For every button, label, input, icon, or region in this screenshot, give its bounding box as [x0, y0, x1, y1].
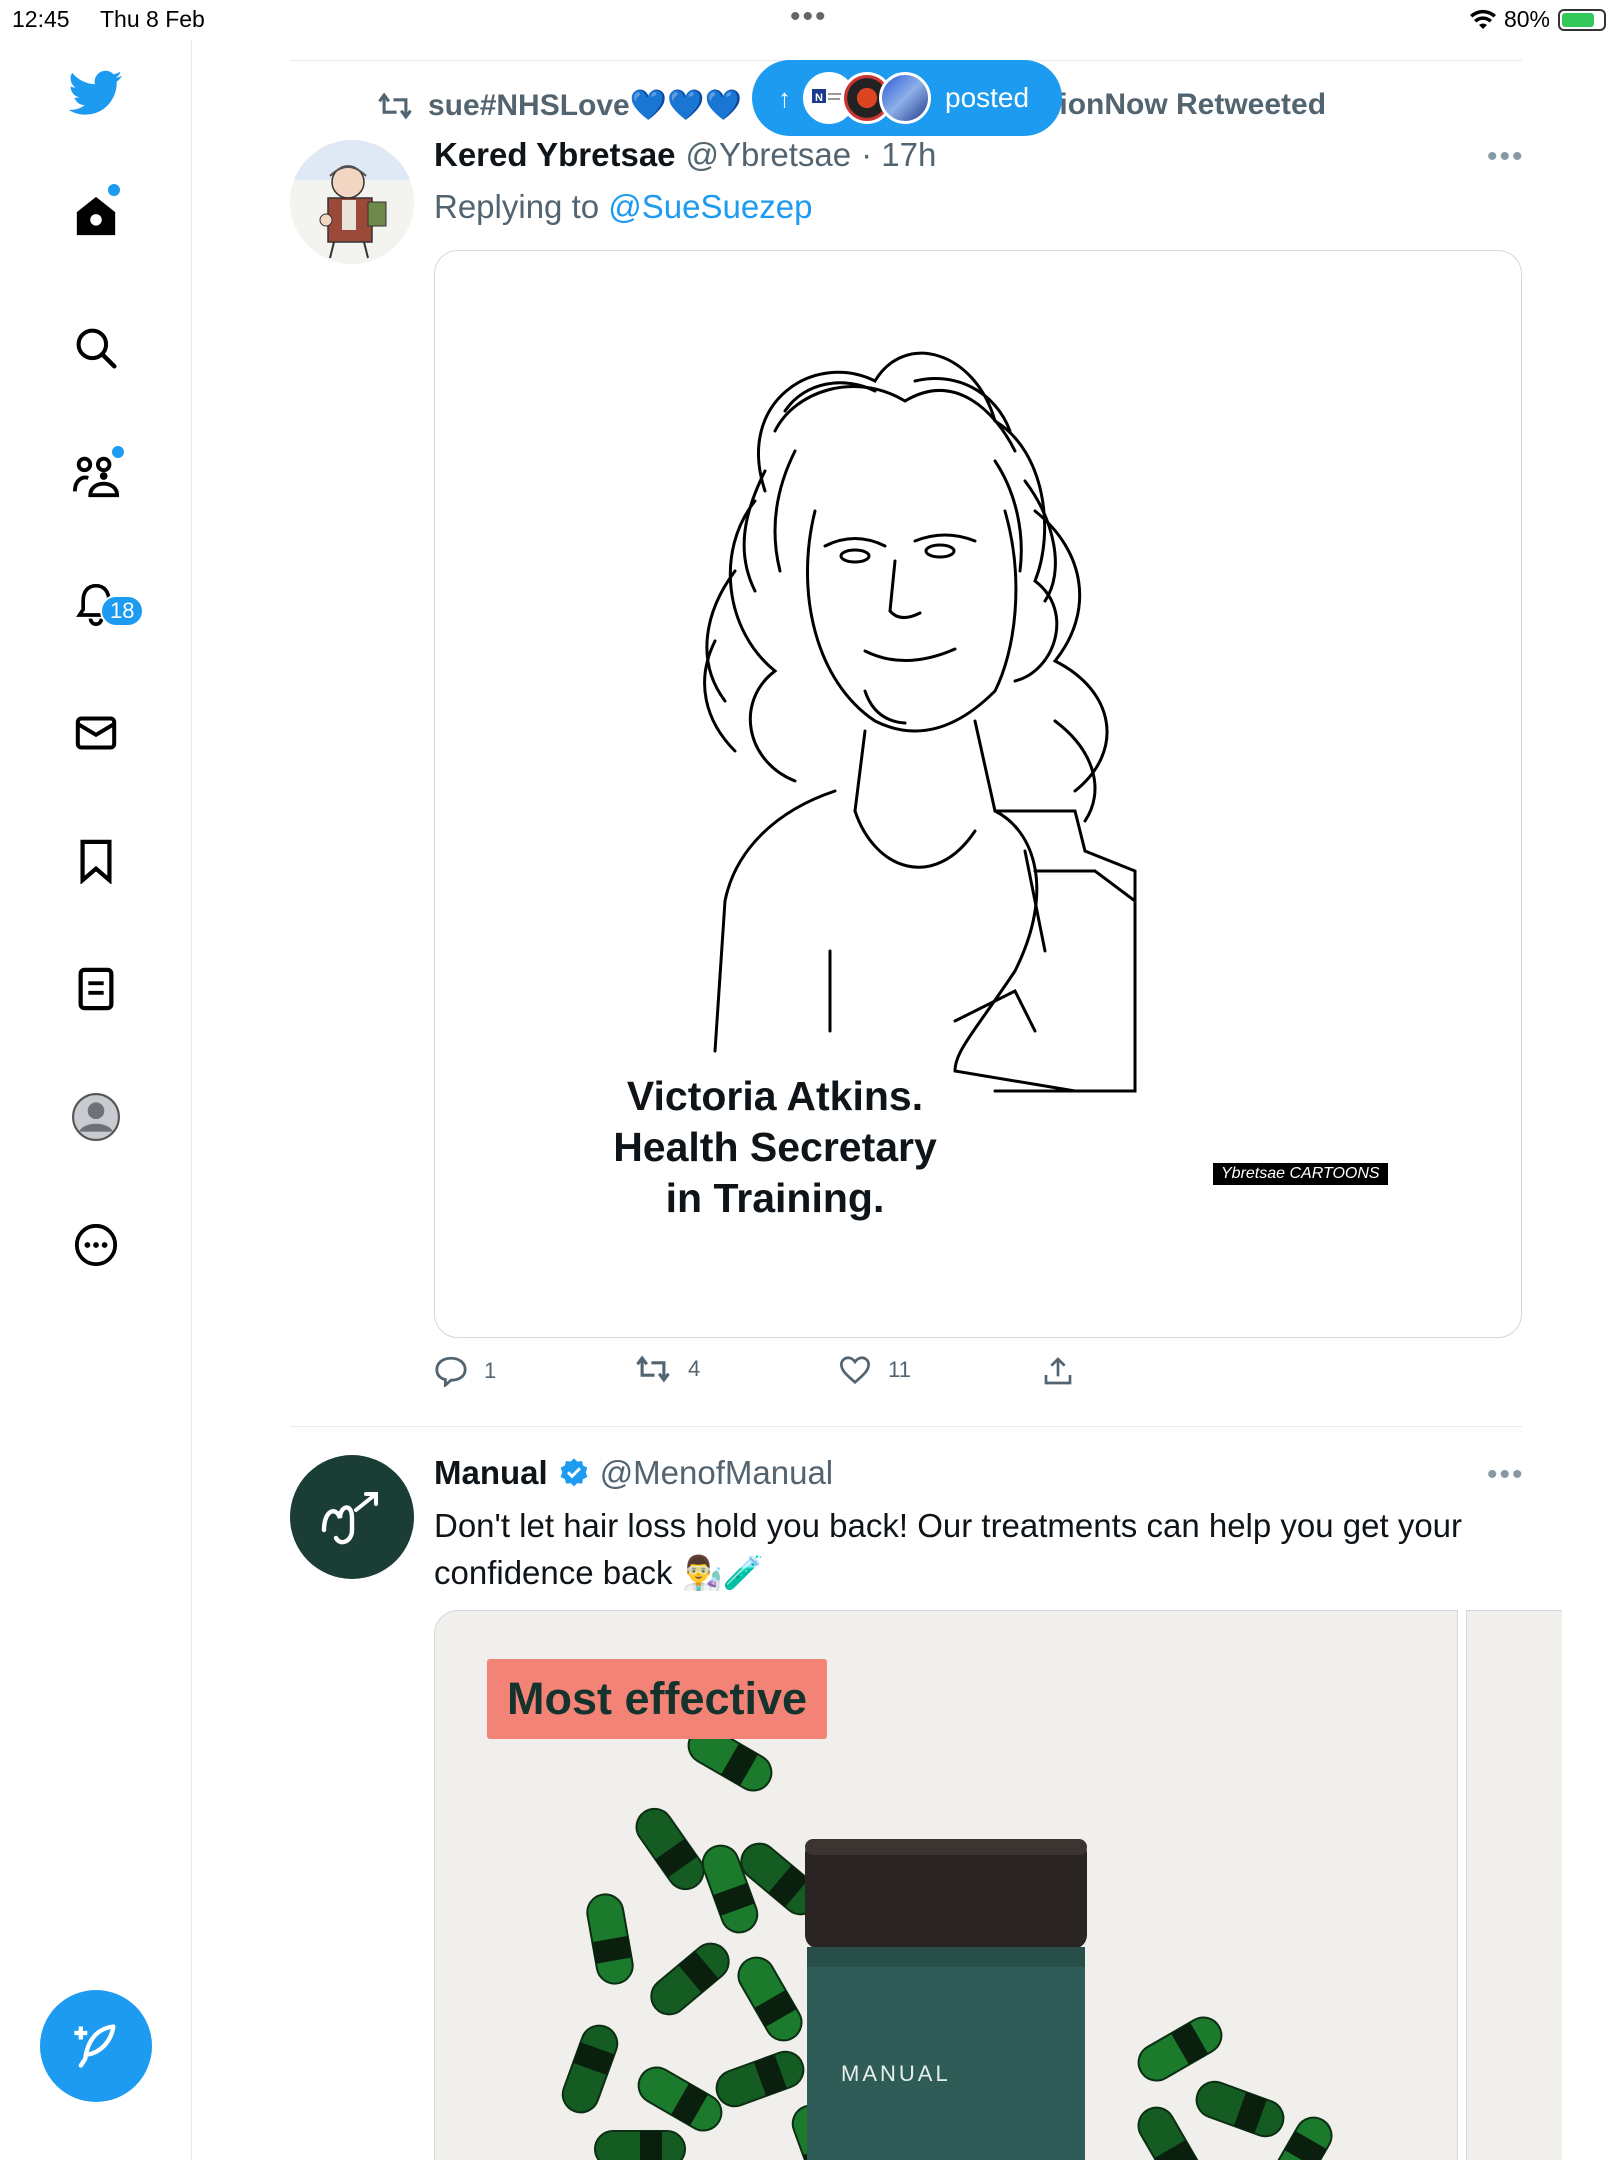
tweet-more-icon[interactable]: •••: [1487, 140, 1525, 174]
reply-count: 1: [484, 1358, 497, 1383]
replying-to: Replying to @SueSuezep: [434, 188, 812, 226]
twitter-bird-icon[interactable]: [68, 65, 124, 121]
retweet-button[interactable]: 4: [634, 1355, 700, 1383]
search-icon: [76, 328, 117, 369]
share-icon: [1044, 1357, 1072, 1385]
retweet-icon: [378, 92, 412, 119]
tweet-image-next-card[interactable]: [1466, 1610, 1562, 2160]
svg-text:N: N: [815, 92, 823, 104]
new-posts-avatars: N: [803, 72, 931, 124]
list-icon: [78, 967, 114, 1011]
retweet-icon: [636, 1355, 670, 1383]
like-button[interactable]: 11: [838, 1355, 911, 1385]
wifi-icon: [1469, 9, 1496, 29]
sidebar: 18: [0, 40, 192, 2160]
new-posts-pill[interactable]: ↑ N posted: [752, 60, 1062, 136]
home-icon: [76, 196, 116, 236]
like-count: 11: [888, 1357, 911, 1382]
sidebar-item-explore[interactable]: [68, 320, 124, 376]
sidebar-item-more[interactable]: [68, 1217, 124, 1273]
cartoon-caption: Victoria Atkins. Health Secretary in Tra…: [585, 1071, 965, 1224]
author-avatar[interactable]: [290, 1455, 414, 1579]
arrow-up-icon: ↑: [778, 82, 791, 113]
status-time: 12:45: [12, 6, 70, 32]
replying-prefix: Replying to: [434, 188, 600, 225]
caption-line2: Health Secretary: [613, 1124, 937, 1170]
status-date: Thu 8 Feb: [100, 6, 205, 32]
unread-dot: [112, 446, 124, 458]
author-handle[interactable]: @Ybretsae: [686, 136, 852, 174]
manual-logo-icon: [321, 1492, 378, 1545]
verified-badge-icon: [560, 1458, 588, 1487]
caption-line3: in Training.: [665, 1175, 885, 1221]
compose-feather-icon: [74, 2024, 116, 2068]
status-right: 80%: [1469, 6, 1606, 33]
battery-percent: 80%: [1503, 6, 1550, 32]
sidebar-item-lists[interactable]: [68, 961, 124, 1017]
bottle-label: MANUAL: [841, 2061, 951, 2086]
author-avatar[interactable]: [290, 140, 414, 264]
communities-icon: [72, 456, 120, 498]
avatar: [879, 72, 931, 124]
tweet-header: Manual @MenofManual: [434, 1454, 833, 1492]
author-handle[interactable]: @MenofManual: [600, 1454, 833, 1492]
notification-badge: 18: [100, 595, 145, 627]
sidebar-item-profile[interactable]: [68, 1089, 124, 1145]
author-name[interactable]: Kered Ybretsae: [434, 136, 676, 174]
tweet-text: Don't let hair loss hold you back! Our t…: [434, 1507, 1463, 1591]
sidebar-item-bookmarks[interactable]: [68, 833, 124, 889]
retweet-context: sue#NHSLove💙💙💙 ectionNow Retweeted: [376, 88, 1326, 123]
reply-icon: [435, 1356, 467, 1387]
tweet-time[interactable]: · 17h: [861, 136, 936, 174]
status-bar: 12:45 Thu 8 Feb ••• 80%: [0, 0, 1620, 40]
heart-icon: [839, 1356, 871, 1385]
more-circle-icon: [74, 1223, 118, 1267]
unread-dot: [108, 184, 120, 196]
battery-icon: [1558, 8, 1606, 31]
retweeted-by-left[interactable]: sue#NHSLove💙💙💙: [428, 88, 742, 123]
tweet-actions: 1 4 11: [434, 1355, 1134, 1399]
tweet-divider: [290, 1426, 1522, 1427]
author-name[interactable]: Manual: [434, 1454, 548, 1492]
capsule-band: [640, 2131, 662, 2160]
sidebar-item-messages[interactable]: [68, 705, 124, 761]
envelope-icon: [75, 716, 117, 750]
sidebar-item-communities[interactable]: [68, 446, 124, 504]
retweeted-by-right[interactable]: ectionNow Retweeted: [1016, 88, 1326, 122]
multitask-dots-icon[interactable]: •••: [790, 0, 828, 34]
most-effective-badge: Most effective: [487, 1659, 828, 1739]
reply-button[interactable]: 1: [434, 1355, 496, 1387]
tweet-image-cartoon[interactable]: Victoria Atkins. Health Secretary in Tra…: [434, 250, 1522, 1338]
share-button[interactable]: [1042, 1355, 1074, 1387]
caption-line1: Victoria Atkins.: [626, 1073, 924, 1119]
retweet-count: 4: [688, 1356, 701, 1381]
new-posts-label: posted: [945, 82, 1030, 113]
bookmark-icon: [80, 839, 112, 884]
tweet-more-icon[interactable]: •••: [1487, 1458, 1525, 1492]
replying-to-handle[interactable]: @SueSuezep: [608, 188, 812, 225]
sidebar-item-home[interactable]: [68, 184, 124, 244]
cartoon-signature: Ybretsae CARTOONS: [1213, 1163, 1388, 1185]
compose-button[interactable]: [40, 1990, 152, 2102]
profile-avatar-icon: [72, 1093, 120, 1141]
tweet-header: Kered Ybretsae @Ybretsae · 17h: [434, 136, 936, 174]
tweet-image-ad[interactable]: Most effective MANUAL: [434, 1610, 1458, 2160]
